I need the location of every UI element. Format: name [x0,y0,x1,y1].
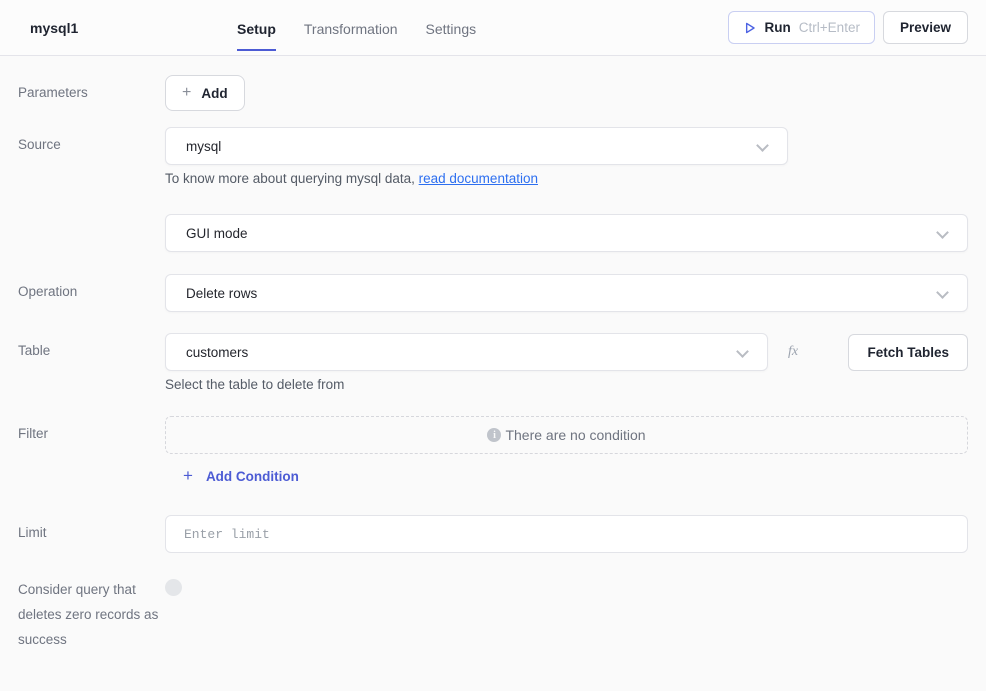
filter-empty-box: i There are no condition [165,416,968,454]
mode-select[interactable]: GUI mode [165,214,968,252]
mode-select-value: GUI mode [186,226,248,241]
form-row-parameters: Parameters + Add [18,75,986,111]
play-icon [743,21,757,35]
add-parameter-label: Add [201,86,227,101]
info-icon: i [487,428,501,442]
zero-records-toggle[interactable] [165,579,182,596]
table-select[interactable]: customers [165,333,768,371]
form-row-limit: Limit [18,515,986,553]
operation-select-value: Delete rows [186,286,257,301]
limit-input[interactable] [165,515,968,553]
add-condition-button[interactable]: + Add Condition [183,466,299,486]
source-hint: To know more about querying mysql data, … [165,171,968,186]
read-documentation-link[interactable]: read documentation [419,171,538,186]
mode-label-spacer [18,214,165,252]
run-button-label: Run [765,20,791,35]
plus-icon: + [182,84,191,102]
table-select-value: customers [186,345,248,360]
tab-bar: Setup Transformation Settings [237,0,476,55]
operation-select[interactable]: Delete rows [165,274,968,312]
run-button[interactable]: Run Ctrl+Enter [728,11,875,44]
table-label: Table [18,333,165,392]
preview-button[interactable]: Preview [883,11,968,44]
source-select[interactable]: mysql [165,127,788,165]
run-shortcut: Ctrl+Enter [799,20,860,35]
source-hint-text: To know more about querying mysql data, [165,171,419,186]
chevron-down-icon [936,226,949,239]
tab-setup[interactable]: Setup [237,0,276,51]
form-row-operation: Operation Delete rows [18,274,986,312]
filter-label: Filter [18,416,165,486]
tab-settings[interactable]: Settings [426,0,477,51]
query-editor-pane: mysql1 Setup Transformation Settings Run… [0,0,986,691]
header-actions: Run Ctrl+Enter Preview [728,11,968,44]
limit-label: Limit [18,515,165,553]
fx-binding-icon[interactable]: fx [788,344,798,360]
form-row-filter: Filter i There are no condition + Add Co… [18,416,986,486]
query-title: mysql1 [30,20,237,36]
plus-icon: + [183,466,193,486]
chevron-down-icon [736,345,749,358]
operation-label: Operation [18,274,165,312]
source-select-value: mysql [186,139,221,154]
query-header: mysql1 Setup Transformation Settings Run… [0,0,986,56]
table-hint: Select the table to delete from [165,377,968,392]
form-row-table: Table customers fx Fetch Tables Select t… [18,333,986,392]
setup-form: Parameters + Add Source mysql To know mo… [0,75,986,652]
add-condition-label: Add Condition [206,469,299,484]
chevron-down-icon [936,286,949,299]
tab-transformation[interactable]: Transformation [304,0,398,51]
table-field-line: customers fx Fetch Tables [165,333,968,371]
fetch-tables-button[interactable]: Fetch Tables [848,334,968,371]
form-row-mode: GUI mode [18,214,986,252]
form-row-zero-records: Consider query that deletes zero records… [18,575,986,652]
zero-records-label: Consider query that deletes zero records… [18,575,165,652]
add-parameter-button[interactable]: + Add [165,75,245,111]
filter-empty-text: There are no condition [505,427,645,443]
source-label: Source [18,127,165,186]
form-row-source: Source mysql To know more about querying… [18,127,986,186]
chevron-down-icon [756,139,769,152]
parameters-label: Parameters [18,75,165,111]
